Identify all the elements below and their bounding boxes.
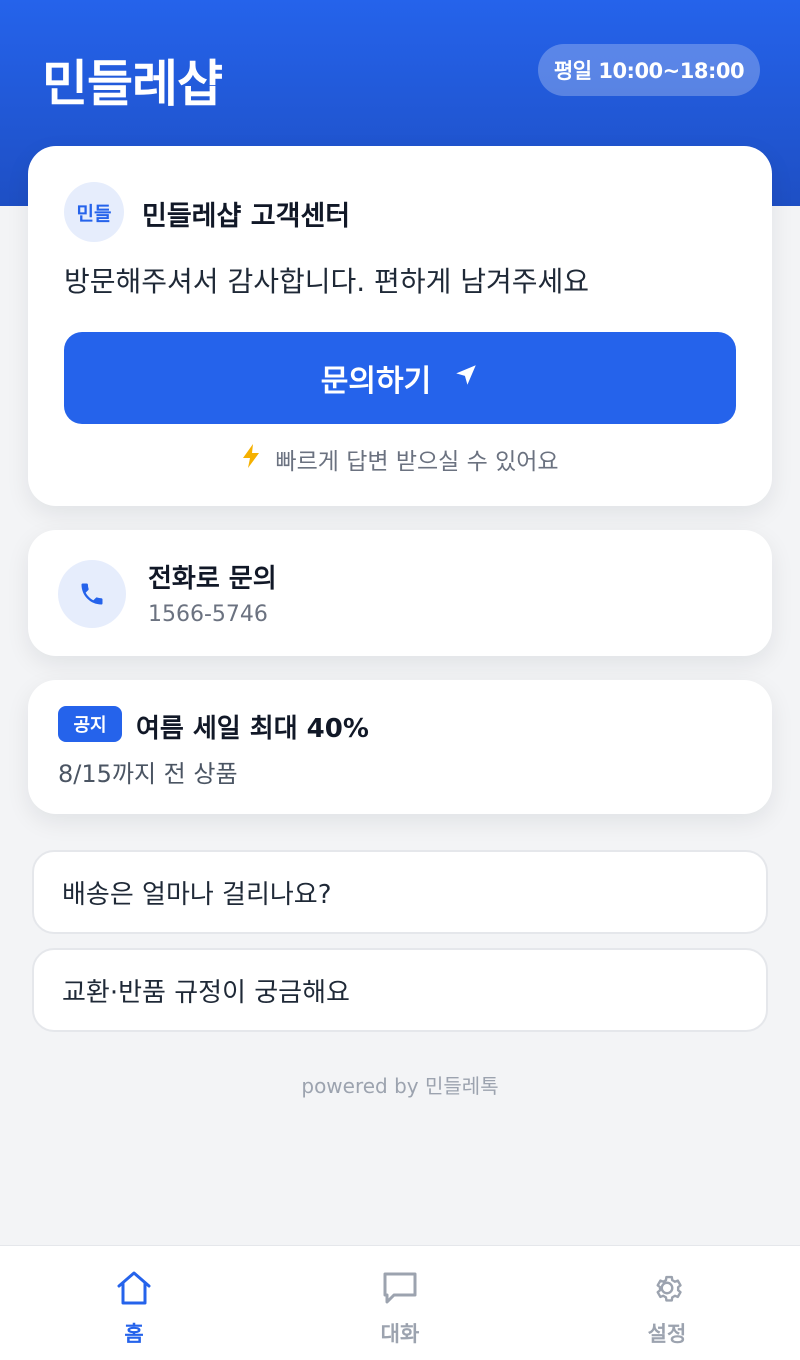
powered-by-footer: powered by 민들레톡	[301, 1074, 499, 1098]
home-icon	[115, 1268, 153, 1308]
notice-subtitle: 8/15까지 전 상품	[58, 760, 238, 788]
support-center-title: 민들레샵 고객센터	[142, 201, 351, 232]
fast-reply-note: 빠르게 답변 받으실 수 있어요	[28, 442, 772, 476]
chat-icon	[382, 1268, 418, 1308]
notice-card[interactable]: 공지 여름 세일 최대 40% 8/15까지 전 상품	[28, 680, 772, 814]
phone-icon	[58, 560, 126, 628]
inquiry-button[interactable]: 문의하기	[64, 332, 736, 424]
business-hours-badge: 평일 10:00~18:00	[538, 44, 760, 96]
welcome-message: 방문해주셔서 감사합니다. 편하게 남겨주세요	[64, 265, 590, 298]
tab-home-label: 홈	[124, 1322, 144, 1346]
shop-logo-avatar: 민들	[64, 182, 124, 242]
tab-settings[interactable]: 설정	[597, 1246, 737, 1360]
faq-item-label: 배송은 얼마나 걸리나요?	[62, 879, 332, 910]
phone-inquiry-title: 전화로 문의	[148, 564, 277, 594]
faq-item-shipping[interactable]: 배송은 얼마나 걸리나요?	[32, 850, 768, 934]
brand-title: 민들레샵	[42, 55, 223, 113]
tab-chat-label: 대화	[380, 1322, 420, 1346]
phone-inquiry-card[interactable]: 전화로 문의 1566-5746	[28, 530, 772, 656]
phone-number: 1566-5746	[148, 602, 268, 627]
notice-badge: 공지	[58, 706, 122, 742]
tab-home[interactable]: 홈	[64, 1246, 204, 1360]
faq-item-exchange-return[interactable]: 교환·반품 규정이 궁금해요	[32, 948, 768, 1032]
fast-reply-text: 빠르게 답변 받으실 수 있어요	[275, 449, 559, 475]
welcome-card: 민들 민들레샵 고객센터 방문해주셔서 감사합니다. 편하게 남겨주세요 문의하…	[28, 146, 772, 506]
lightning-icon	[241, 443, 261, 475]
notice-title: 여름 세일 최대 40%	[136, 714, 369, 744]
bottom-tab-bar: 홈 대화 설정	[0, 1245, 800, 1360]
faq-item-label: 교환·반품 규정이 궁금해요	[62, 977, 350, 1008]
send-arrow-icon	[453, 361, 479, 396]
gear-icon	[649, 1268, 685, 1308]
inquiry-button-label: 문의하기	[320, 364, 432, 399]
tab-chat[interactable]: 대화	[330, 1246, 470, 1360]
tab-settings-label: 설정	[647, 1322, 687, 1346]
